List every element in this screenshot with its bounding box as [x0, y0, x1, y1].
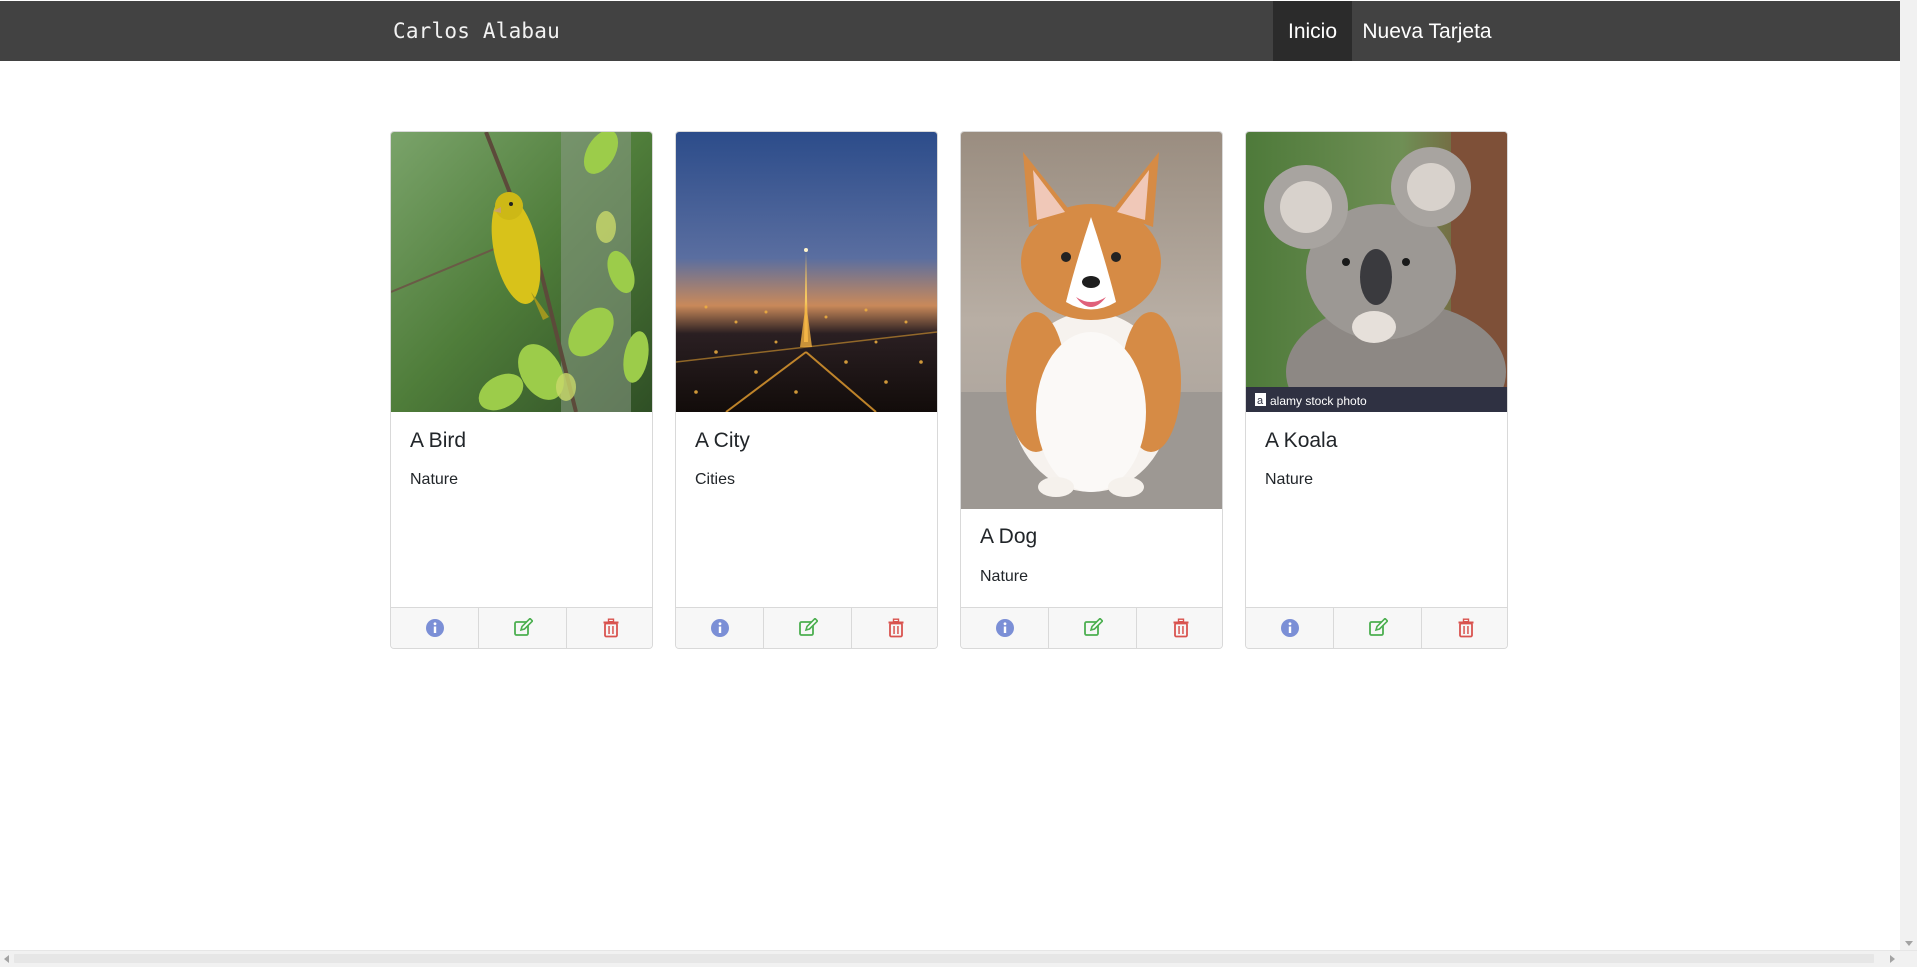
- card-image-koala: a alamy stock photo: [1246, 132, 1507, 412]
- card-image-dog: [961, 132, 1222, 509]
- delete-button[interactable]: [1421, 608, 1507, 648]
- edit-button[interactable]: [1048, 608, 1136, 648]
- horizontal-scroll-thumb[interactable]: [14, 954, 1874, 963]
- delete-button[interactable]: [566, 608, 652, 648]
- koala-watermark-text: alamy stock photo: [1270, 394, 1367, 408]
- info-button[interactable]: [391, 608, 478, 648]
- card-image-bird: [391, 132, 652, 412]
- edit-button[interactable]: [763, 608, 851, 648]
- scroll-left-arrow-icon[interactable]: [4, 955, 9, 963]
- edit-icon: [798, 618, 818, 636]
- brand-name[interactable]: Carlos Alabau: [393, 1, 560, 61]
- svg-text:a: a: [1257, 395, 1264, 407]
- delete-button[interactable]: [1136, 608, 1222, 648]
- edit-button[interactable]: [1333, 608, 1421, 648]
- edit-icon: [1083, 618, 1103, 636]
- card-bird: A Bird Nature: [390, 131, 653, 649]
- card-actions: [391, 607, 652, 648]
- info-circle-icon: [1280, 619, 1299, 637]
- edit-icon: [513, 618, 533, 636]
- card-actions: [961, 607, 1222, 648]
- card-category: Nature: [410, 471, 459, 488]
- scroll-right-arrow-icon[interactable]: [1890, 955, 1895, 963]
- info-circle-icon: [995, 619, 1014, 637]
- delete-button[interactable]: [851, 608, 937, 648]
- trash-icon: [1458, 618, 1473, 638]
- info-circle-icon: [425, 619, 444, 637]
- card-koala: a alamy stock photo A Koala Nature: [1245, 131, 1508, 649]
- edit-button[interactable]: [478, 608, 566, 648]
- card-title: A Dog: [980, 525, 1038, 548]
- card-actions: [1246, 607, 1507, 648]
- scroll-down-arrow-icon[interactable]: [1905, 941, 1913, 946]
- card-category: Nature: [1265, 471, 1314, 488]
- card-actions: [676, 607, 937, 648]
- card-dog: A Dog Nature: [960, 131, 1223, 649]
- info-circle-icon: [710, 619, 729, 637]
- trash-icon: [888, 618, 903, 638]
- top-navbar: Carlos Alabau Inicio Nueva Tarjeta: [0, 1, 1900, 61]
- edit-icon: [1368, 618, 1388, 636]
- card-title: A Bird: [410, 429, 467, 452]
- nav-nueva-tarjeta[interactable]: Nueva Tarjeta: [1352, 1, 1502, 61]
- info-button[interactable]: [1246, 608, 1333, 648]
- info-button[interactable]: [961, 608, 1048, 648]
- card-category: Nature: [980, 568, 1029, 585]
- card-title: A Koala: [1265, 429, 1338, 452]
- trash-icon: [1173, 618, 1188, 638]
- trash-icon: [603, 618, 618, 638]
- card-title: A City: [695, 429, 750, 452]
- card-category: Cities: [695, 471, 736, 488]
- card-image-city: [676, 132, 937, 412]
- card-city: A City Cities: [675, 131, 938, 649]
- nav-inicio[interactable]: Inicio: [1273, 1, 1352, 61]
- info-button[interactable]: [676, 608, 763, 648]
- vertical-scrollbar[interactable]: [1900, 0, 1917, 950]
- horizontal-scrollbar[interactable]: [0, 950, 1917, 967]
